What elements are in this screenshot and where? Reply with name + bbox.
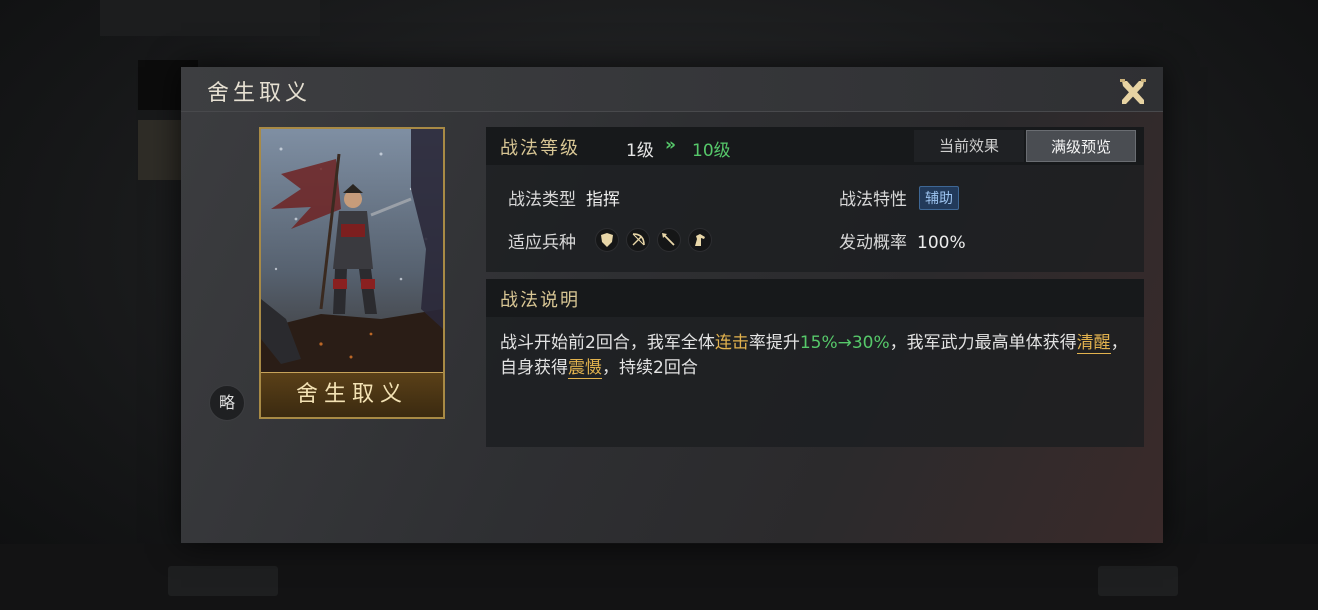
tactic-trait-label: 战法特性 bbox=[839, 190, 907, 210]
level-max: 10级 bbox=[692, 141, 731, 161]
tactic-trait-row: 战法特性 辅助 bbox=[839, 185, 959, 210]
tactic-info-panel: 战法等级 1级 » 10级 当前效果 满级预览 战法类型 指挥 战法特性 辅助 适应… bbox=[486, 127, 1144, 272]
shield-icon bbox=[595, 228, 620, 252]
description-bar: 战法说明 bbox=[486, 279, 1144, 317]
card-name: 舍生取义 bbox=[261, 372, 443, 417]
activation-rate-label: 发动概率 bbox=[839, 233, 907, 253]
background-button-left bbox=[168, 566, 278, 596]
trait-tag: 辅助 bbox=[919, 186, 959, 210]
activation-rate-value: 100% bbox=[917, 233, 966, 253]
tactic-type-value: 指挥 bbox=[586, 190, 620, 210]
dialog-title: 舍生取义 bbox=[207, 81, 312, 106]
desc-part: 率提升 bbox=[748, 333, 800, 353]
background-topbar bbox=[100, 0, 320, 36]
tactic-type-label: 战法类型 bbox=[508, 190, 576, 210]
horse-icon bbox=[688, 228, 713, 252]
keyword-combo[interactable]: 连击 bbox=[715, 333, 749, 353]
keyword-awake[interactable]: 清醒 bbox=[1076, 333, 1111, 354]
level-arrow-icon: » bbox=[665, 135, 676, 155]
desc-part: ，我军武力最高单体获得 bbox=[889, 333, 1077, 353]
close-icon bbox=[1120, 79, 1146, 104]
close-button[interactable] bbox=[1115, 73, 1151, 109]
desc-part: 战斗开始前2回合，我军全体 bbox=[500, 333, 715, 353]
tab-max-preview[interactable]: 满级预览 bbox=[1026, 130, 1136, 162]
tab-current-effect[interactable]: 当前效果 bbox=[914, 130, 1024, 162]
spear-icon bbox=[657, 228, 682, 252]
unit-types-row: 适应兵种 bbox=[508, 228, 719, 257]
strategy-badge: 略 bbox=[209, 385, 245, 421]
unit-icons bbox=[595, 228, 719, 257]
activation-rate-row: 发动概率 100% bbox=[839, 228, 966, 253]
value-range: 15%→30% bbox=[799, 333, 890, 353]
level-current: 1级 bbox=[626, 141, 654, 161]
tactic-dialog: 舍生取义 舍生取义 略 战法等级 1级 » 10级 当前效果 满级预览 战法类型… bbox=[181, 67, 1163, 543]
tactic-description-panel: 战法说明 战斗开始前2回合，我军全体连击率提升15%→30%，我军武力最高单体获… bbox=[486, 279, 1144, 447]
unit-types-label: 适应兵种 bbox=[508, 233, 576, 253]
background-button-right bbox=[1098, 566, 1178, 596]
description-title: 战法说明 bbox=[500, 290, 580, 311]
tactic-card: 舍生取义 bbox=[259, 127, 445, 419]
level-title: 战法等级 bbox=[500, 138, 580, 159]
tactic-type-row: 战法类型 指挥 bbox=[508, 185, 620, 210]
level-bar: 战法等级 1级 » 10级 当前效果 满级预览 bbox=[486, 127, 1144, 165]
dialog-header: 舍生取义 bbox=[181, 67, 1163, 112]
description-text: 战斗开始前2回合，我军全体连击率提升15%→30%，我军武力最高单体获得清醒，自… bbox=[500, 331, 1130, 381]
desc-part: ，持续2回合 bbox=[602, 358, 698, 378]
bow-icon bbox=[626, 228, 651, 252]
keyword-deter[interactable]: 震慑 bbox=[568, 358, 602, 379]
